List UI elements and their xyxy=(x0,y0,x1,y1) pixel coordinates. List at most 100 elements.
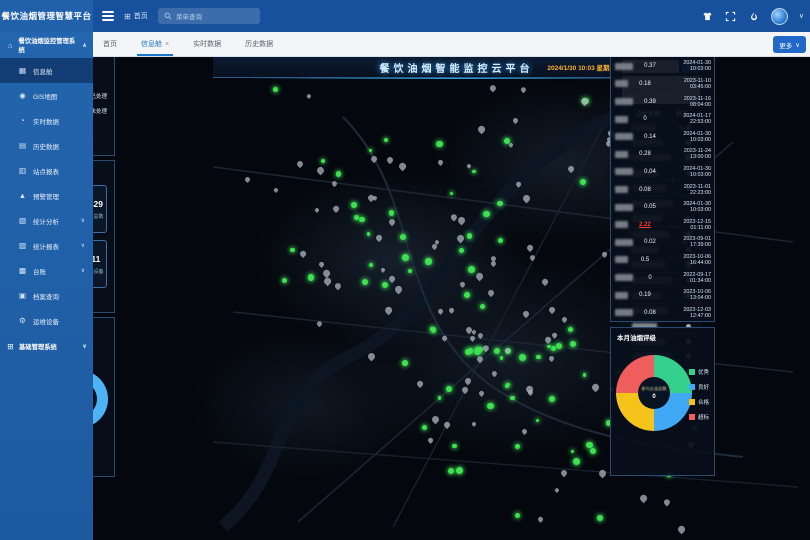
map-marker[interactable] xyxy=(521,428,528,435)
map-marker[interactable] xyxy=(560,469,569,478)
map-marker[interactable] xyxy=(456,233,466,243)
chevron-down-icon[interactable]: ∨ xyxy=(799,12,804,20)
sidebar-item-运维设备[interactable]: ⚙运维设备 xyxy=(0,308,93,333)
map-marker[interactable] xyxy=(316,166,326,176)
realtime-row[interactable]: 0.282023-11-24 13:00:00 xyxy=(611,146,714,164)
map-marker-online[interactable] xyxy=(536,419,539,422)
map-marker-online[interactable] xyxy=(505,384,509,388)
map-marker[interactable] xyxy=(543,336,551,344)
map-marker-online[interactable] xyxy=(487,403,494,410)
map-marker[interactable] xyxy=(663,497,672,506)
sidebar-item-档案查询[interactable]: ▣档案查询 xyxy=(0,283,93,308)
map-marker[interactable] xyxy=(296,160,305,169)
map-marker[interactable] xyxy=(318,261,325,268)
map-marker[interactable] xyxy=(370,155,378,163)
map-marker-online[interactable] xyxy=(480,304,485,309)
map-marker-online[interactable] xyxy=(549,396,555,402)
map-marker[interactable] xyxy=(437,308,444,315)
map-marker[interactable] xyxy=(537,516,544,523)
map-marker[interactable] xyxy=(476,124,485,133)
map-marker-online[interactable] xyxy=(425,258,431,264)
map-marker-online[interactable] xyxy=(446,386,452,392)
map-marker[interactable] xyxy=(487,289,495,297)
sidebar-item-台账[interactable]: ▩台账∨ xyxy=(0,258,93,283)
map-marker[interactable] xyxy=(427,437,434,444)
map-marker-online[interactable] xyxy=(290,248,295,253)
map-marker-online[interactable] xyxy=(308,274,315,281)
map-marker[interactable] xyxy=(416,379,424,387)
sidebar-item-实时数据[interactable]: ◔实时数据 xyxy=(0,108,93,133)
map-marker[interactable] xyxy=(528,254,536,262)
map-marker[interactable] xyxy=(273,187,279,193)
map-marker-online[interactable] xyxy=(551,346,556,351)
map-marker[interactable] xyxy=(551,332,557,338)
sidebar-item-信息舱[interactable]: ▦信息舱 xyxy=(0,58,93,83)
map-marker[interactable] xyxy=(467,163,473,169)
map-marker[interactable] xyxy=(316,320,324,328)
map-marker[interactable] xyxy=(591,383,600,392)
map-marker-online[interactable] xyxy=(452,444,456,448)
map-marker-online[interactable] xyxy=(586,442,592,448)
map-marker[interactable] xyxy=(471,329,477,335)
map-marker-online[interactable] xyxy=(571,450,574,453)
map-marker[interactable] xyxy=(393,285,403,295)
map-marker-online[interactable] xyxy=(515,444,520,449)
map-marker-online[interactable] xyxy=(459,248,464,253)
map-marker-online[interactable] xyxy=(430,327,434,331)
map-marker-online[interactable] xyxy=(483,211,489,217)
map-marker-online[interactable] xyxy=(597,515,603,521)
map-marker[interactable] xyxy=(443,421,451,429)
map-marker[interactable] xyxy=(522,310,530,318)
sidebar-item-统计分析[interactable]: ▧统计分析∨ xyxy=(0,208,93,233)
tab-信息舱[interactable]: 信息舱× xyxy=(141,32,169,56)
map-marker[interactable] xyxy=(386,156,394,164)
map-marker[interactable] xyxy=(437,159,444,166)
sidebar-section-base-system[interactable]: ⊞ 基础管理系统 ∨ xyxy=(0,333,93,359)
map-marker-online[interactable] xyxy=(467,233,473,239)
map-marker[interactable] xyxy=(476,355,485,364)
map-marker[interactable] xyxy=(521,193,531,203)
map-marker-online[interactable] xyxy=(448,468,454,474)
realtime-row[interactable]: 02024-01-17 22:53:00 xyxy=(611,110,714,128)
map-marker-online[interactable] xyxy=(367,232,371,236)
map-marker-online[interactable] xyxy=(583,373,587,377)
map-marker-online[interactable] xyxy=(510,396,514,400)
map-marker-online[interactable] xyxy=(519,354,526,361)
map-marker[interactable] xyxy=(461,386,469,394)
more-button[interactable]: 更多 ∨ xyxy=(773,36,806,53)
map-marker[interactable] xyxy=(512,117,519,124)
map-marker[interactable] xyxy=(441,335,447,341)
map-marker-online[interactable] xyxy=(547,345,551,349)
map-marker[interactable] xyxy=(469,335,476,342)
map-marker[interactable] xyxy=(323,277,332,286)
map-marker[interactable] xyxy=(431,414,441,424)
map-marker-online[interactable] xyxy=(590,448,596,454)
hamburger-menu-icon[interactable] xyxy=(102,11,114,21)
sidebar-section-main[interactable]: ⌂ 餐饮油烟监控管理系统 ∧ xyxy=(0,32,93,58)
map-marker-online[interactable] xyxy=(408,269,412,273)
map-marker[interactable] xyxy=(388,218,396,226)
map-marker-online[interactable] xyxy=(384,138,388,142)
map-marker[interactable] xyxy=(598,468,608,478)
map-marker-online[interactable] xyxy=(354,215,359,220)
fullscreen-icon[interactable] xyxy=(725,10,737,22)
flame-icon[interactable] xyxy=(748,10,760,22)
sidebar-item-站点报表[interactable]: ▥站点报表 xyxy=(0,158,93,183)
menu-search-input[interactable]: 菜单查询 xyxy=(158,8,260,24)
realtime-row[interactable]: 0.392023-11-16 08:04:00 xyxy=(611,93,714,111)
map-marker[interactable] xyxy=(448,307,455,314)
map-marker-online[interactable] xyxy=(504,138,510,144)
map-marker[interactable] xyxy=(601,251,608,258)
map-marker-online[interactable] xyxy=(494,348,500,354)
breadcrumb[interactable]: ⊞ 首页 xyxy=(124,0,148,32)
map-marker-online[interactable] xyxy=(321,159,325,163)
map-marker-online[interactable] xyxy=(362,279,368,285)
map-marker[interactable] xyxy=(548,355,555,362)
map-marker-online[interactable] xyxy=(436,141,443,148)
map-marker-online[interactable] xyxy=(456,467,463,474)
map-marker-online[interactable] xyxy=(351,202,357,208)
realtime-row[interactable]: 02022-09-17 01:34:00 xyxy=(611,269,714,287)
map-marker-online[interactable] xyxy=(556,343,563,350)
map-marker-online[interactable] xyxy=(369,263,373,267)
map-marker[interactable] xyxy=(375,234,383,242)
